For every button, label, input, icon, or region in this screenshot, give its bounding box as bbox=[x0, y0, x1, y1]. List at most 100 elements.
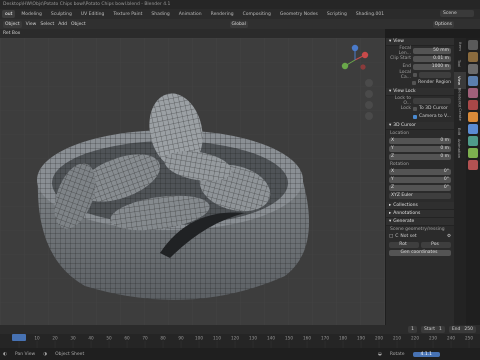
timeline-tick-label: 40 bbox=[88, 336, 94, 341]
section-annotations-header[interactable]: ▸ Annotations bbox=[386, 210, 454, 218]
tab-uv-editing[interactable]: UV Editing bbox=[78, 10, 107, 18]
tool-selection-mode[interactable]: Ret Box bbox=[3, 31, 20, 36]
start-frame-field[interactable]: Start 1 bbox=[420, 326, 445, 333]
perspective-toggle-icon[interactable] bbox=[365, 112, 373, 120]
cursor-rot-y-field[interactable]: Y 0° bbox=[389, 176, 451, 183]
camera-to-view-checkbox[interactable] bbox=[413, 114, 417, 119]
sidebar-tab-view[interactable]: View bbox=[454, 72, 466, 89]
options-dropdown[interactable]: Options bbox=[432, 20, 454, 28]
render-icon[interactable] bbox=[468, 52, 478, 62]
tab-modeling[interactable]: Modeling bbox=[18, 10, 44, 18]
rot-x-value: 0° bbox=[443, 169, 449, 174]
settings-icon[interactable]: ⚙ bbox=[447, 234, 451, 239]
section-3d-cursor-header[interactable]: ▾ 3D Cursor bbox=[386, 122, 454, 130]
to-3d-cursor-checkbox[interactable] bbox=[413, 106, 417, 111]
cursor-rot-z-field[interactable]: Z 0° bbox=[389, 184, 451, 191]
end-frame-label: End bbox=[451, 327, 461, 332]
section-collections-header[interactable]: ▸ Collections bbox=[386, 202, 454, 210]
gen-coordinates-button[interactable]: Gen coordinates bbox=[389, 249, 451, 256]
clip-start-field[interactable]: 0.01 m bbox=[413, 55, 451, 62]
viewport-canvas[interactable] bbox=[0, 38, 385, 325]
timeline-ruler[interactable]: 0102030405060708090100110120130140150160… bbox=[0, 334, 480, 348]
output-icon[interactable] bbox=[468, 64, 478, 74]
cursor-loc-z-field[interactable]: Z 0 m bbox=[389, 153, 451, 160]
scene-selector[interactable]: Scene bbox=[440, 10, 474, 17]
local-camera-field[interactable] bbox=[419, 71, 451, 78]
rotation-mode-dropdown[interactable]: XYZ Euler bbox=[389, 192, 451, 199]
timeline-tick-label: 90 bbox=[178, 336, 184, 341]
current-frame-field[interactable]: 1 bbox=[408, 326, 417, 333]
scene-icon[interactable] bbox=[468, 88, 478, 98]
lock-object-field[interactable] bbox=[413, 97, 451, 104]
gen-pos-button[interactable]: Pos bbox=[421, 241, 451, 248]
physics-icon[interactable] bbox=[468, 136, 478, 146]
chevron-down-icon: ▾ bbox=[389, 219, 392, 224]
camera-view-icon[interactable] bbox=[365, 101, 373, 109]
sidebar-tab-tool[interactable]: Tool bbox=[454, 55, 466, 72]
modifier-icon[interactable] bbox=[468, 124, 478, 134]
tab-rendering[interactable]: Rendering bbox=[208, 10, 237, 18]
cursor-loc-x-field[interactable]: X 0 m bbox=[389, 137, 451, 144]
zoom-icon[interactable] bbox=[365, 79, 373, 87]
tab-scripting[interactable]: Scripting bbox=[324, 10, 350, 18]
local-camera-checkbox[interactable] bbox=[413, 72, 417, 77]
material-icon[interactable] bbox=[468, 160, 478, 170]
chevron-down-icon: ▾ bbox=[389, 123, 392, 128]
lock-label: Lock bbox=[400, 106, 411, 111]
pan-hand-icon[interactable] bbox=[365, 90, 373, 98]
gen-rot-button[interactable]: Rot bbox=[389, 241, 419, 248]
timeline-tick-label: 230 bbox=[429, 336, 437, 341]
menu-select[interactable]: Select bbox=[40, 22, 54, 27]
cursor-loc-y-field[interactable]: Y 0 m bbox=[389, 145, 451, 152]
section-generate-title: Generate bbox=[393, 219, 415, 224]
sidebar-tabstrip: Item Tool View BlenderKit Create Edit An… bbox=[454, 38, 466, 325]
render-region-checkbox[interactable] bbox=[412, 80, 417, 85]
clip-start-row: Clip Start 0.01 m bbox=[386, 55, 454, 62]
tab-texture-paint[interactable]: Texture Paint bbox=[110, 10, 145, 18]
timeline-header: 1 Start 1 End 250 bbox=[0, 325, 480, 334]
sidebar-tab-blenderkit[interactable]: BlenderKit bbox=[454, 88, 466, 108]
focal-length-field[interactable]: 50 mm bbox=[413, 47, 451, 54]
world-icon[interactable] bbox=[468, 100, 478, 110]
view-layer-icon[interactable] bbox=[468, 76, 478, 86]
timeline-tick-label: 190 bbox=[357, 336, 365, 341]
section-view-lock-title: View Lock bbox=[393, 89, 416, 94]
rot-y-value: 0° bbox=[443, 177, 449, 182]
object-icon[interactable] bbox=[468, 112, 478, 122]
tab-compositing[interactable]: Compositing bbox=[240, 10, 274, 18]
playhead[interactable] bbox=[12, 334, 26, 341]
section-generate-header[interactable]: ▾ Generate bbox=[386, 218, 454, 226]
timeline-tick-label: 80 bbox=[160, 336, 166, 341]
menu-add[interactable]: Add bbox=[58, 22, 67, 27]
tab-geometry-nodes[interactable]: Geometry Nodes bbox=[277, 10, 321, 18]
timeline[interactable]: 0102030405060708090100110120130140150160… bbox=[0, 334, 480, 348]
timeline-tick-label: 10 bbox=[34, 336, 40, 341]
transform-orientation-dropdown[interactable]: Global bbox=[229, 20, 248, 28]
tab-shading-001[interactable]: Shading.001 bbox=[353, 10, 387, 18]
3d-viewport[interactable] bbox=[0, 38, 385, 325]
tab-animation[interactable]: Animation bbox=[176, 10, 205, 18]
focal-length-label: Focal Len... bbox=[398, 45, 411, 56]
sidebar-tab-animation[interactable]: Animation bbox=[454, 139, 466, 158]
tab-sculpting[interactable]: Sculpting bbox=[48, 10, 75, 18]
end-frame-field[interactable]: End 250 bbox=[448, 326, 476, 333]
mode-dropdown[interactable]: Object bbox=[3, 20, 22, 28]
timeline-tick-label: 130 bbox=[249, 336, 257, 341]
sidebar-tab-item[interactable]: Item bbox=[454, 38, 466, 55]
local-camera-label: Local Ca... bbox=[399, 69, 411, 80]
data-icon[interactable] bbox=[468, 148, 478, 158]
menu-object[interactable]: Object bbox=[71, 22, 86, 27]
menu-view[interactable]: View bbox=[26, 22, 37, 27]
tool-icon[interactable] bbox=[468, 40, 478, 50]
chevron-right-icon: ▸ bbox=[389, 211, 392, 216]
cursor-rot-x-field[interactable]: X 0° bbox=[389, 168, 451, 175]
copy-icon[interactable]: □ bbox=[389, 234, 393, 239]
viewport-header: Object View Select Add Object Global Opt… bbox=[0, 19, 480, 29]
scene-label: Scene bbox=[443, 11, 457, 16]
sidebar-tab-edit[interactable]: Edit bbox=[454, 123, 466, 140]
tab-layout[interactable]: out bbox=[2, 10, 16, 18]
sidebar-tab-create[interactable]: Create bbox=[454, 106, 466, 123]
clip-end-field[interactable]: 1000 m bbox=[413, 63, 451, 70]
version-badge: 4.1.1 bbox=[412, 351, 440, 357]
tab-shading[interactable]: Shading bbox=[148, 10, 172, 18]
